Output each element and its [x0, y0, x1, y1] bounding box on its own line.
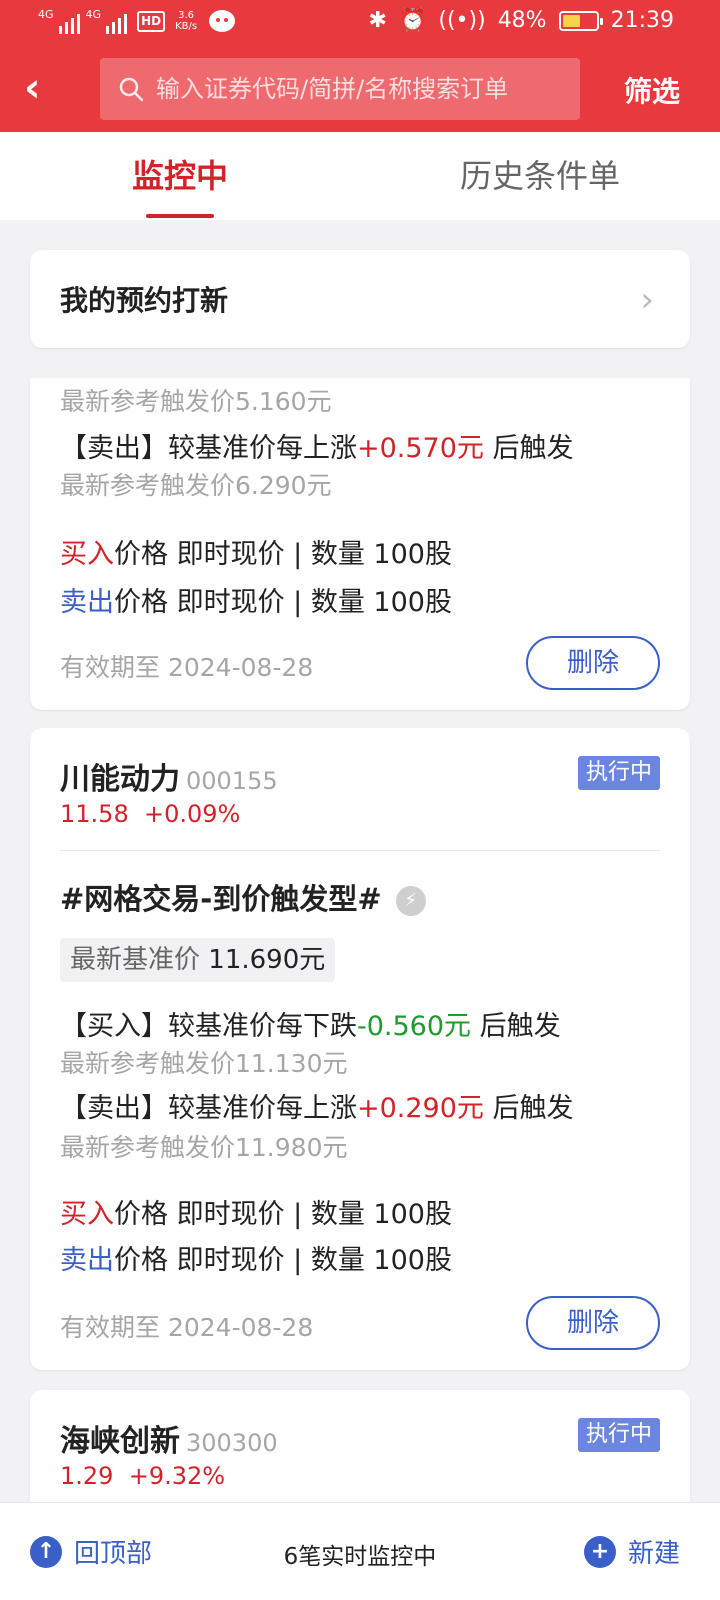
new-order-button[interactable]: + 新建 — [583, 1533, 680, 1570]
stock-title: 海峡创新 300300 — [60, 1416, 278, 1460]
stock-name: 海峡创新 — [60, 1424, 180, 1459]
bluetooth-icon: ✱ — [368, 8, 387, 33]
status-badge: 执行中 — [577, 1418, 660, 1452]
network-speed: 3.6 KB/s — [175, 10, 198, 32]
wechat-icon — [209, 10, 236, 32]
clock: 21:39 — [610, 8, 674, 33]
buy-order-detail: 买入价格 即时现价 | 数量 100股 — [60, 539, 452, 570]
order-card: 最新参考触发价5.160元 【卖出】较基准价每上涨+0.570元 后触发 最新参… — [30, 378, 690, 710]
search-input[interactable] — [156, 75, 576, 103]
delete-button[interactable]: 删除 — [526, 1296, 660, 1350]
buy-condition: 【买入】较基准价每下跌-0.560元 后触发 — [60, 1011, 561, 1042]
delete-button[interactable]: 删除 — [526, 636, 660, 690]
alarm-icon: ⏰ — [398, 8, 427, 33]
order-card: 川能动力 000155 执行中 11.58 +0.09% #网格交易-到价触发型#… — [30, 728, 690, 1370]
tab-bar: 监控中 历史条件单 — [0, 132, 720, 220]
battery-percent: 48% — [497, 8, 547, 33]
status-badge: 执行中 — [577, 756, 660, 790]
search-bar[interactable] — [100, 58, 580, 120]
ref-trigger-price: 最新参考触发价5.160元 — [60, 387, 332, 416]
sell-order-detail: 卖出价格 即时现价 | 数量 100股 — [60, 587, 452, 618]
top-header: 4G 4G HD 3.6KB/s ✱ ⏰ ((•)) 48% 21:39 ‹ — [0, 0, 720, 132]
stock-code: 000155 — [186, 767, 278, 795]
signal-icon: 4G — [38, 8, 80, 34]
tab-monitoring[interactable]: 监控中 — [0, 132, 360, 220]
stock-title: 川能动力 000155 — [60, 754, 278, 798]
sell-condition: 【卖出】较基准价每上涨+0.570元 后触发 — [60, 433, 574, 464]
chevron-right-icon: › — [640, 280, 654, 320]
order-card: 海峡创新 300300 执行中 1.29 +9.32% — [30, 1390, 690, 1502]
ref-trigger-price: 最新参考触发价6.290元 — [60, 471, 332, 500]
divider — [60, 850, 660, 851]
ipo-reservation-entry[interactable]: 我的预约打新 › — [30, 250, 690, 348]
tab-history[interactable]: 历史条件单 — [360, 132, 720, 220]
order-list[interactable]: 最新参考触发价5.160元 【卖出】较基准价每上涨+0.570元 后触发 最新参… — [0, 378, 720, 1502]
expiry-date: 有效期至 2024-08-28 — [60, 1313, 314, 1342]
battery-icon — [558, 10, 603, 31]
search-icon — [119, 77, 144, 102]
signal-icon-2: 4G — [86, 8, 128, 34]
filter-button[interactable]: 筛选 — [624, 70, 680, 110]
stock-code: 300300 — [186, 1429, 278, 1457]
expiry-date: 有效期至 2024-08-28 — [60, 653, 314, 682]
status-bar: 4G 4G HD 3.6 KB/s ✱ ⏰ ((•)) 48% 21:39 — [0, 0, 720, 50]
hd-badge: HD — [137, 10, 166, 32]
stock-quote: 11.58 +0.09% — [60, 800, 241, 828]
vibrate-icon: ((•)) — [438, 8, 486, 33]
buy-order-detail: 买入价格 即时现价 | 数量 100股 — [60, 1199, 452, 1230]
strategy-title: #网格交易-到价触发型# ⚡ — [60, 876, 426, 918]
sell-order-detail: 卖出价格 即时现价 | 数量 100股 — [60, 1245, 452, 1276]
stock-name: 川能动力 — [60, 762, 180, 797]
ref-trigger-price: 最新参考触发价11.980元 — [60, 1133, 348, 1162]
plus-circle-icon: + — [583, 1535, 616, 1568]
flash-icon[interactable]: ⚡ — [395, 886, 426, 916]
sell-condition: 【卖出】较基准价每上涨+0.290元 后触发 — [60, 1093, 574, 1124]
stock-quote: 1.29 +9.32% — [60, 1462, 226, 1490]
ipo-label: 我的预约打新 — [60, 284, 229, 317]
back-arrow-icon[interactable]: ‹ — [24, 68, 64, 108]
bottom-bar: ↑ 回顶部 6笔实时监控中 + 新建 — [0, 1502, 720, 1600]
base-price-chip: 最新基准价 11.690元 — [60, 938, 336, 982]
ref-trigger-price: 最新参考触发价11.130元 — [60, 1049, 348, 1078]
